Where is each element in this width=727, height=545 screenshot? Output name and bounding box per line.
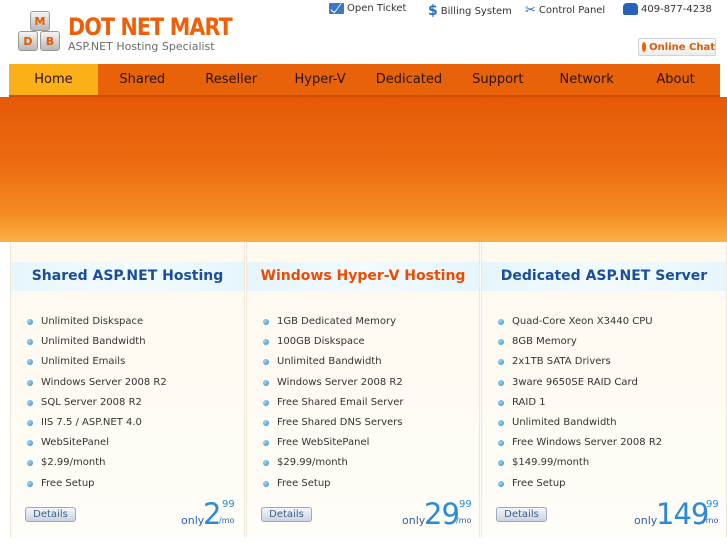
plan-panels: Shared ASP.NET Hosting Unlimited Diskspa… <box>10 242 727 538</box>
price-dollars: 29 <box>424 497 460 531</box>
nav-item-dedicated[interactable]: Dedicated <box>365 64 454 95</box>
list-item: Quad-Core Xeon X3440 CPU <box>482 312 726 332</box>
list-item: 1GB Dedicated Memory <box>247 312 479 332</box>
logo-cube-b: B <box>40 31 60 51</box>
list-item: Unlimited Bandwidth <box>11 332 244 352</box>
price-tag: only 2 99 /mo <box>179 497 241 531</box>
hero-banner <box>0 97 727 242</box>
control-panel-label: Control Panel <box>538 5 606 16</box>
phone-number: 409-877-4238 <box>641 3 712 15</box>
online-chat-button[interactable]: Online Chat <box>638 38 716 56</box>
price-per: /mo <box>456 516 472 525</box>
price-cents: 99 <box>222 499 235 510</box>
phone-link[interactable]: 409-877-4238 <box>623 3 712 15</box>
list-item: Free Shared DNS Servers <box>247 413 479 433</box>
list-item: Unlimited Emails <box>11 352 244 372</box>
list-item: Unlimited Bandwidth <box>247 352 479 372</box>
list-item: $29.99/month <box>247 453 479 473</box>
open-ticket-link[interactable]: Open Ticket <box>329 3 406 14</box>
phone-icon <box>623 3 638 15</box>
list-item: 3ware 9650SE RAID Card <box>482 373 726 393</box>
details-button[interactable]: Details <box>261 507 312 522</box>
list-item: 2x1TB SATA Drivers <box>482 352 726 372</box>
list-item: $149.99/month <box>482 453 726 473</box>
plan-title[interactable]: Shared ASP.NET Hosting <box>11 262 244 291</box>
control-panel-link[interactable]: ✂ Control Panel <box>525 3 605 18</box>
plan-title[interactable]: Windows Hyper-V Hosting <box>247 262 479 291</box>
feature-list: 1GB Dedicated Memory 100GB Diskspace Unl… <box>247 312 479 494</box>
list-item: Free Windows Server 2008 R2 <box>482 433 726 453</box>
list-item: Unlimited Diskspace <box>11 312 244 332</box>
nav-item-about[interactable]: About <box>631 64 720 95</box>
list-item: 8GB Memory <box>482 332 726 352</box>
dollar-icon: $ <box>428 3 438 19</box>
details-button[interactable]: Details <box>25 507 76 522</box>
list-item: Windows Server 2008 R2 <box>247 373 479 393</box>
feature-list: Unlimited Diskspace Unlimited Bandwidth … <box>11 312 244 494</box>
tools-icon: ✂ <box>525 3 536 18</box>
billing-system-link[interactable]: $ Billing System <box>428 3 512 19</box>
open-ticket-label: Open Ticket <box>347 3 407 14</box>
top-links: Open Ticket $ Billing System ✂ Control P… <box>0 3 727 21</box>
plan-title[interactable]: Dedicated ASP.NET Server <box>482 262 726 291</box>
price-only: only <box>634 514 658 527</box>
list-item: Windows Server 2008 R2 <box>11 373 244 393</box>
list-item: $2.99/month <box>11 453 244 473</box>
details-button[interactable]: Details <box>496 507 547 522</box>
nav-item-reseller[interactable]: Reseller <box>187 64 276 95</box>
list-item: Free Setup <box>482 474 726 494</box>
chat-bubble-icon <box>642 42 647 52</box>
nav-item-network[interactable]: Network <box>542 64 631 95</box>
nav-item-shared[interactable]: Shared <box>98 64 187 95</box>
price-dollars: 149 <box>656 497 709 531</box>
list-item: WebSitePanel <box>11 433 244 453</box>
billing-system-label: Billing System <box>440 5 512 17</box>
list-item: Free Setup <box>11 474 244 494</box>
list-item: IIS 7.5 / ASP.NET 4.0 <box>11 413 244 433</box>
logo-tagline: ASP.NET Hosting Specialist <box>68 40 215 53</box>
list-item: Unlimited Bandwidth <box>482 413 726 433</box>
price-tag: only 149 99 /mo <box>632 497 726 531</box>
main-nav: Home Shared Reseller Hyper-V Dedicated S… <box>9 64 720 97</box>
price-only: only <box>181 514 205 527</box>
nav-item-hyper-v[interactable]: Hyper-V <box>276 64 365 95</box>
feature-list: Quad-Core Xeon X3440 CPU 8GB Memory 2x1T… <box>482 312 726 494</box>
price-cents: 99 <box>706 499 719 510</box>
nav-item-support[interactable]: Support <box>453 64 542 95</box>
price-per: /mo <box>703 516 719 525</box>
list-item: Free WebSitePanel <box>247 433 479 453</box>
nav-item-home[interactable]: Home <box>9 64 98 95</box>
list-item: RAID 1 <box>482 393 726 413</box>
mail-icon <box>329 3 344 14</box>
plan-card-hyper-v: Windows Hyper-V Hosting 1GB Dedicated Me… <box>246 242 480 538</box>
plan-card-shared: Shared ASP.NET Hosting Unlimited Diskspa… <box>10 242 245 538</box>
price-tag: only 29 99 /mo <box>400 497 478 531</box>
list-item: Free Setup <box>247 474 479 494</box>
logo-cube-d: D <box>18 31 38 51</box>
plan-card-dedicated: Dedicated ASP.NET Server Quad-Core Xeon … <box>481 242 727 538</box>
list-item: 100GB Diskspace <box>247 332 479 352</box>
price-cents: 99 <box>459 499 472 510</box>
price-only: only <box>402 514 426 527</box>
list-item: Free Shared Email Server <box>247 393 479 413</box>
online-chat-label: Online Chat <box>649 41 715 53</box>
price-dollars: 2 <box>203 497 221 531</box>
price-per: /mo <box>219 516 235 525</box>
list-item: SQL Server 2008 R2 <box>11 393 244 413</box>
site-header: M D B DOT NET MART ASP.NET Hosting Speci… <box>0 0 727 64</box>
